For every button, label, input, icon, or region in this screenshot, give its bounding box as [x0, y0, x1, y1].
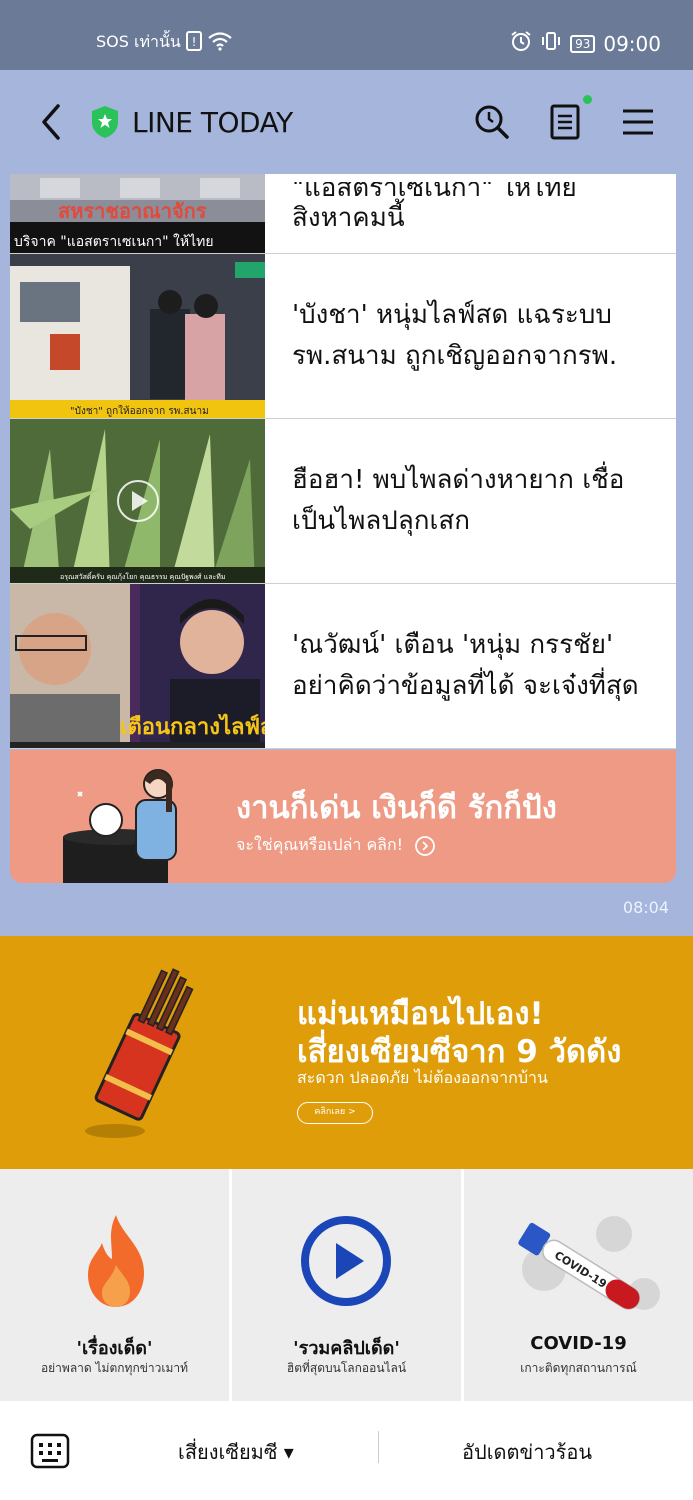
menu-icon[interactable] — [618, 102, 658, 142]
news-headline: 'บังชา' หนุ่มไลฟ์สด แฉระบบรพ.สนาม ถูกเชิ… — [292, 300, 618, 371]
status-left: SOS เท่านั้น ! — [96, 30, 233, 55]
tile-hot-stories[interactable]: 'เรื่องเด็ด' อย่าพลาด ไม่ตกทุกข่าวเมาท์ — [0, 1169, 232, 1401]
promo-subtitle: จะใช่คุณหรือเปล่า คลิก! — [236, 833, 436, 858]
news-headline: "แอสตร้าเซเนก้า" ให้ไทย สิงหาคมนี้ — [292, 182, 660, 239]
tile-covid[interactable]: COVID-19 COVID-19 เกาะติดทุกสถานการณ์ — [464, 1169, 693, 1401]
page-title: LINE TODAY — [132, 106, 293, 139]
news-thumbnail: สหราชอาณาจักร บริจาค "แอสตราเซเนกา" ให้ไ… — [10, 174, 265, 253]
tile-title: COVID-19 — [530, 1333, 627, 1354]
message-timestamp: 08:04 — [622, 898, 669, 917]
menu-divider — [378, 1431, 379, 1463]
news-headline: 'ณวัฒน์' เตือน 'หนุ่ม กรรชัย' อย่าคิดว่า… — [292, 630, 639, 701]
tile-subtitle: ฮิตที่สุดบนโลกออนไลน์ — [286, 1361, 407, 1375]
app-header: LINE TODAY — [0, 70, 693, 174]
back-arrow-icon[interactable] — [36, 100, 66, 144]
siamsee-banner[interactable]: แม่นเหมือนไปเอง! เสี่ยงเซียมซีจาก 9 วัดด… — [0, 936, 693, 1169]
news-headline-line2: สิงหาคมนี้ — [292, 203, 405, 233]
search-icon[interactable] — [472, 102, 512, 142]
status-bar: SOS เท่านั้น ! 93 09:00 — [0, 0, 693, 70]
notification-dot — [583, 95, 592, 104]
news-list: สหราชอาณาจักร บริจาค "แอสตราเซเนกา" ให้ไ… — [10, 174, 676, 749]
svg-text:!: ! — [191, 35, 196, 49]
test-tube-icon: COVID-19 — [518, 1216, 660, 1310]
tile-subtitle: เกาะติดทุกสถานการณ์ — [520, 1361, 637, 1375]
category-tiles: 'เรื่องเด็ด' อย่าพลาด ไม่ตกทุกข่าวเมาท์ … — [0, 1169, 693, 1401]
tile-title: 'เรื่องเด็ด' — [76, 1338, 153, 1359]
news-item[interactable]: สหราชอาณาจักร บริจาค "แอสตราเซเนกา" ให้ไ… — [10, 174, 676, 254]
menu-siamsee[interactable]: เสี่ยงเซียมซี ▾ — [178, 1436, 294, 1468]
fortune-teller-illustration — [63, 769, 177, 883]
banner-line-3: สะดวก ปลอดภัย ไม่ต้องออกจากบ้าน — [297, 1068, 548, 1087]
line-today-shield-icon — [92, 106, 118, 138]
news-headline-line1: "แอสตร้าเซเนก้า" ให้ไทย — [292, 182, 577, 198]
siamsee-cup-illustration — [85, 968, 194, 1138]
tile-subtitle: อย่าพลาด ไม่ตกทุกข่าวเมาท์ — [40, 1361, 189, 1375]
alarm-icon — [510, 30, 532, 57]
play-circle-icon — [301, 1216, 391, 1306]
sim-alert-icon: ! — [185, 30, 203, 55]
battery-icon: 93 — [570, 34, 596, 53]
chevron-circle-icon — [415, 835, 436, 856]
news-thumbnail: อรุณสวัสดิ์ครับ คุณกุ้งโยก คุณธรรม คุณปั… — [10, 419, 265, 583]
clock-text: 09:00 — [603, 31, 661, 56]
news-item[interactable]: เตือนกลางไลฟ์ส 'ณวัฒน์' เตือน 'หนุ่ม กรร… — [10, 584, 676, 749]
status-right: 93 09:00 — [510, 30, 661, 57]
news-thumbnail: เตือนกลางไลฟ์ส — [10, 584, 265, 748]
thumb-caption-2: บริจาค "แอสตราเซเนกา" ให้ไทย — [14, 233, 214, 250]
flame-icon — [88, 1215, 144, 1307]
vibrate-icon — [540, 30, 562, 57]
thumb-caption: "บังชา" ถูกให้ออกจาก รพ.สนาม — [70, 405, 209, 417]
thumb-caption: อรุณสวัสดิ์ครับ คุณกุ้งโยก คุณธรรม คุณปั… — [60, 571, 226, 581]
bottom-menu-bar: เสี่ยงเซียมซี ▾ อัปเดตข่าวร้อน — [0, 1401, 693, 1500]
menu-hot-news[interactable]: อัปเดตข่าวร้อน — [462, 1436, 592, 1468]
news-headline: ฮือฮา! พบไพลด่างหายาก เชื่อเป็นไพลปลุกเส… — [292, 465, 625, 536]
banner-click-button[interactable]: คลิกเลย > — [297, 1102, 373, 1124]
promo-subtitle-text: จะใช่คุณหรือเปล่า คลิก! — [236, 835, 404, 854]
promo-title: งานก็เด่น เงินก็ดี รักก็ปัง — [236, 790, 557, 826]
tile-clips[interactable]: 'รวมคลิปเด็ด' ฮิตที่สุดบนโลกออนไลน์ — [232, 1169, 464, 1401]
carrier-text: SOS เท่านั้น — [96, 32, 181, 51]
tile-title: 'รวมคลิปเด็ด' — [293, 1338, 400, 1359]
news-item[interactable]: อรุณสวัสดิ์ครับ คุณกุ้งโยก คุณธรรม คุณปั… — [10, 419, 676, 584]
keyboard-icon[interactable] — [30, 1431, 70, 1471]
thumb-caption-1: สหราชอาณาจักร — [58, 199, 207, 223]
news-thumbnail: "บังชา" ถูกให้ออกจาก รพ.สนาม — [10, 254, 265, 418]
news-item[interactable]: "บังชา" ถูกให้ออกจาก รพ.สนาม 'บังชา' หนุ… — [10, 254, 676, 419]
wifi-icon — [207, 31, 233, 55]
thumb-caption: เตือนกลางไลฟ์ส — [120, 713, 265, 740]
notes-icon[interactable] — [546, 102, 586, 142]
promo-card[interactable]: งานก็เด่น เงินก็ดี รักก็ปัง จะใช่คุณหรือ… — [10, 750, 676, 883]
